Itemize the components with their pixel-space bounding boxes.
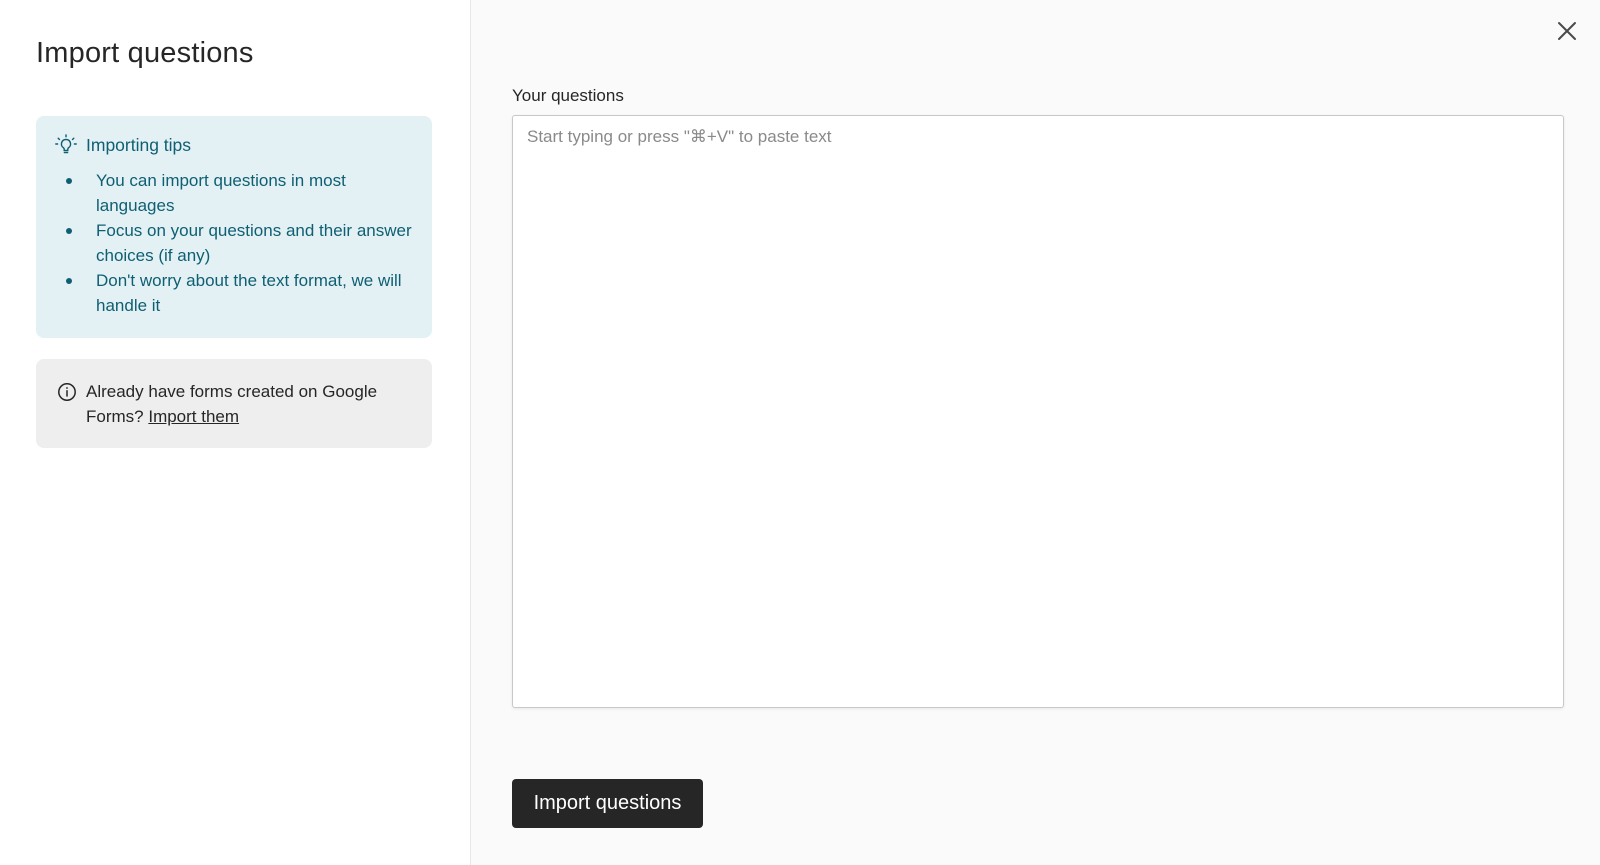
info-icon — [56, 381, 78, 403]
google-forms-text: Already have forms created on Google For… — [86, 379, 412, 429]
main-panel: Your questions Import questions — [471, 0, 1600, 865]
close-icon — [1558, 22, 1576, 40]
import-them-link[interactable]: Import them — [148, 407, 239, 426]
import-questions-button[interactable]: Import questions — [512, 779, 703, 828]
lightbulb-icon — [54, 133, 78, 157]
tip-item: Focus on your questions and their answer… — [56, 218, 412, 268]
left-panel: Import questions Importing tips You can … — [0, 0, 471, 865]
tips-title: Importing tips — [86, 134, 192, 155]
questions-textarea[interactable] — [512, 115, 1564, 708]
close-button[interactable] — [1554, 18, 1580, 44]
tips-header: Importing tips — [54, 133, 412, 157]
tips-list: You can import questions in most languag… — [56, 168, 412, 318]
tip-item: You can import questions in most languag… — [56, 168, 412, 218]
your-questions-label: Your questions — [512, 86, 624, 105]
importing-tips-box: Importing tips You can import questions … — [36, 116, 432, 338]
google-forms-notice: Already have forms created on Google For… — [36, 359, 432, 448]
import-questions-dialog: Import questions Importing tips You can … — [0, 0, 1600, 865]
page-title: Import questions — [36, 37, 254, 69]
tip-item: Don't worry about the text format, we wi… — [56, 268, 412, 318]
